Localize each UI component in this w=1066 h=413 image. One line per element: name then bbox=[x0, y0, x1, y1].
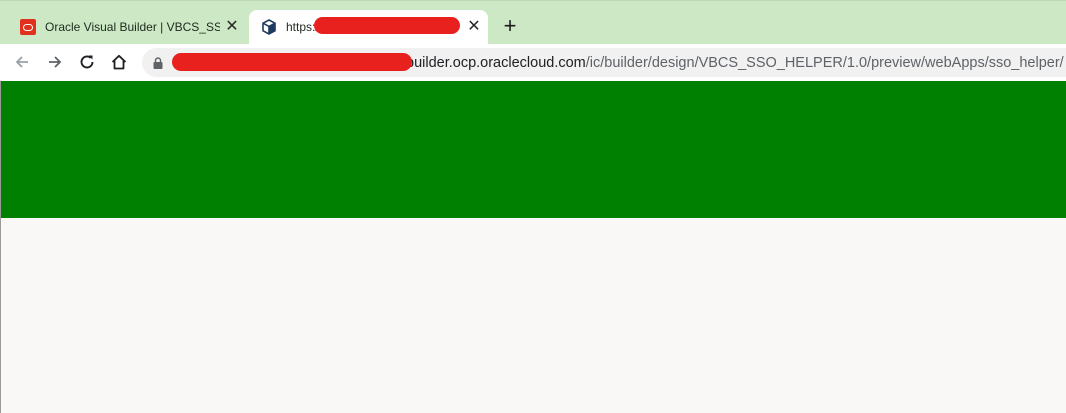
browser-tabstrip: Oracle Visual Builder | VBCS_SSO ✕ https… bbox=[0, 0, 1066, 44]
tab-title: Oracle Visual Builder | VBCS_SSO bbox=[45, 20, 220, 34]
close-icon[interactable]: ✕ bbox=[224, 19, 240, 35]
arrow-right-icon[interactable] bbox=[45, 52, 65, 72]
home-icon[interactable] bbox=[109, 52, 129, 72]
lock-icon[interactable] bbox=[153, 56, 163, 69]
tabstrip-top-edge bbox=[0, 0, 1066, 1]
app-header-band bbox=[1, 81, 1066, 218]
close-icon[interactable]: ✕ bbox=[466, 19, 482, 35]
reload-icon[interactable] bbox=[77, 52, 97, 72]
redaction-mark bbox=[314, 17, 460, 34]
url-host: builder.ocp.oraclecloud.com bbox=[406, 55, 586, 71]
page-content bbox=[1, 218, 1066, 413]
redaction-mark bbox=[172, 53, 412, 71]
tab-oracle-visual-builder[interactable]: Oracle Visual Builder | VBCS_SSO ✕ bbox=[8, 10, 246, 44]
oracle-logo-icon bbox=[20, 19, 36, 35]
cube-icon bbox=[261, 19, 277, 35]
browser-toolbar: builder.ocp.oraclecloud.com/ic/builder/d… bbox=[0, 44, 1066, 81]
plus-icon[interactable]: + bbox=[500, 15, 520, 37]
arrow-left-icon[interactable] bbox=[12, 52, 32, 72]
url-path: /ic/builder/design/VBCS_SSO_HELPER/1.0/p… bbox=[585, 55, 1064, 71]
